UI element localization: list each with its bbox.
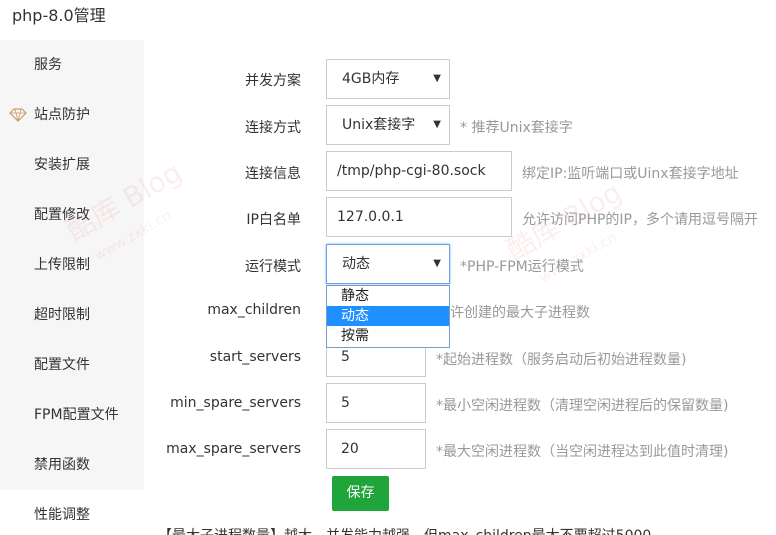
min-spare-servers-label: min_spare_servers bbox=[170, 395, 301, 411]
run-mode-dropdown: 静态 动态 按需 bbox=[326, 285, 450, 348]
concurrency-select[interactable]: 4GB内存 ▼ bbox=[326, 59, 450, 99]
max-spare-servers-hint: *最大空闲进程数（当空闲进程达到此值时清理) bbox=[436, 444, 729, 460]
conn-method-select[interactable]: Unix套接字 ▼ bbox=[326, 105, 450, 145]
sidebar-item-site-protection[interactable]: 站点防护 bbox=[0, 90, 144, 140]
sidebar-item-fpm-config-file[interactable]: FPM配置文件 bbox=[0, 390, 144, 440]
run-mode-option-dynamic[interactable]: 动态 bbox=[327, 306, 449, 326]
sidebar-item-config-modify[interactable]: 配置修改 bbox=[0, 190, 144, 240]
run-mode-select[interactable]: 动态 ▼ bbox=[326, 244, 450, 284]
max-children-label: max_children bbox=[207, 302, 301, 318]
run-mode-label: 运行模式 bbox=[245, 259, 301, 275]
sidebar-item-performance[interactable]: 性能调整 bbox=[0, 490, 144, 535]
sidebar: 服务 站点防护 安装扩展 配置修改 上传限制 超时限制 配置文件 FPM配置文件… bbox=[0, 40, 144, 535]
start-servers-label: start_servers bbox=[209, 349, 301, 365]
sidebar-item-service[interactable]: 服务 bbox=[0, 40, 144, 90]
max-spare-servers-input[interactable]: 20 bbox=[326, 429, 426, 469]
min-spare-servers-hint: *最小空闲进程数（清理空闲进程后的保留数量) bbox=[436, 398, 729, 414]
sidebar-item-label: 站点防护 bbox=[34, 107, 90, 123]
sidebar-item-disabled-functions[interactable]: 禁用函数 bbox=[0, 440, 144, 490]
sidebar-item-install-extension[interactable]: 安装扩展 bbox=[0, 140, 144, 190]
conn-info-input[interactable]: /tmp/php-cgi-80.sock bbox=[326, 151, 512, 191]
conn-info-label: 连接信息 bbox=[245, 166, 301, 182]
min-spare-servers-input[interactable]: 5 bbox=[326, 383, 426, 423]
conn-method-label: 连接方式 bbox=[245, 120, 301, 136]
dropdown-arrow-icon: ▼ bbox=[433, 73, 441, 84]
sidebar-item-timeout-limit[interactable]: 超时限制 bbox=[0, 290, 144, 340]
concurrency-label: 并发方案 bbox=[245, 73, 301, 89]
conn-info-hint: 绑定IP:监听端口或Uinx套接字地址 bbox=[522, 166, 739, 182]
sidebar-item-config-file[interactable]: 配置文件 bbox=[0, 340, 144, 390]
run-mode-hint: *PHP-FPM运行模式 bbox=[460, 259, 584, 275]
dropdown-arrow-icon: ▼ bbox=[433, 119, 441, 130]
ip-whitelist-label: IP白名单 bbox=[246, 212, 301, 228]
run-mode-option-static[interactable]: 静态 bbox=[327, 286, 449, 306]
ip-whitelist-input[interactable]: 127.0.0.1 bbox=[326, 197, 512, 237]
sidebar-item-upload-limit[interactable]: 上传限制 bbox=[0, 240, 144, 290]
footer-note: 【最大子进程数量】越大，并发能力越强，但max_children最大不要超过50… bbox=[158, 525, 651, 535]
form-labels: 并发方案 连接方式 连接信息 IP白名单 运行模式 max_children s… bbox=[150, 0, 301, 535]
start-servers-hint: *起始进程数（服务启动后初始进程数量) bbox=[436, 352, 687, 368]
ip-whitelist-hint: 允许访问PHP的IP，多个请用逗号隔开 bbox=[522, 212, 758, 228]
run-mode-option-ondemand[interactable]: 按需 bbox=[327, 326, 449, 346]
conn-method-hint: * 推荐Unix套接字 bbox=[460, 120, 573, 136]
window-title: php-8.0管理 bbox=[12, 6, 106, 25]
dropdown-arrow-icon: ▼ bbox=[433, 258, 441, 269]
max-children-hint: 允许创建的最大子进程数 bbox=[436, 305, 590, 321]
save-button[interactable]: 保存 bbox=[332, 476, 389, 511]
diamond-icon bbox=[9, 108, 27, 122]
max-spare-servers-label: max_spare_servers bbox=[166, 441, 301, 457]
